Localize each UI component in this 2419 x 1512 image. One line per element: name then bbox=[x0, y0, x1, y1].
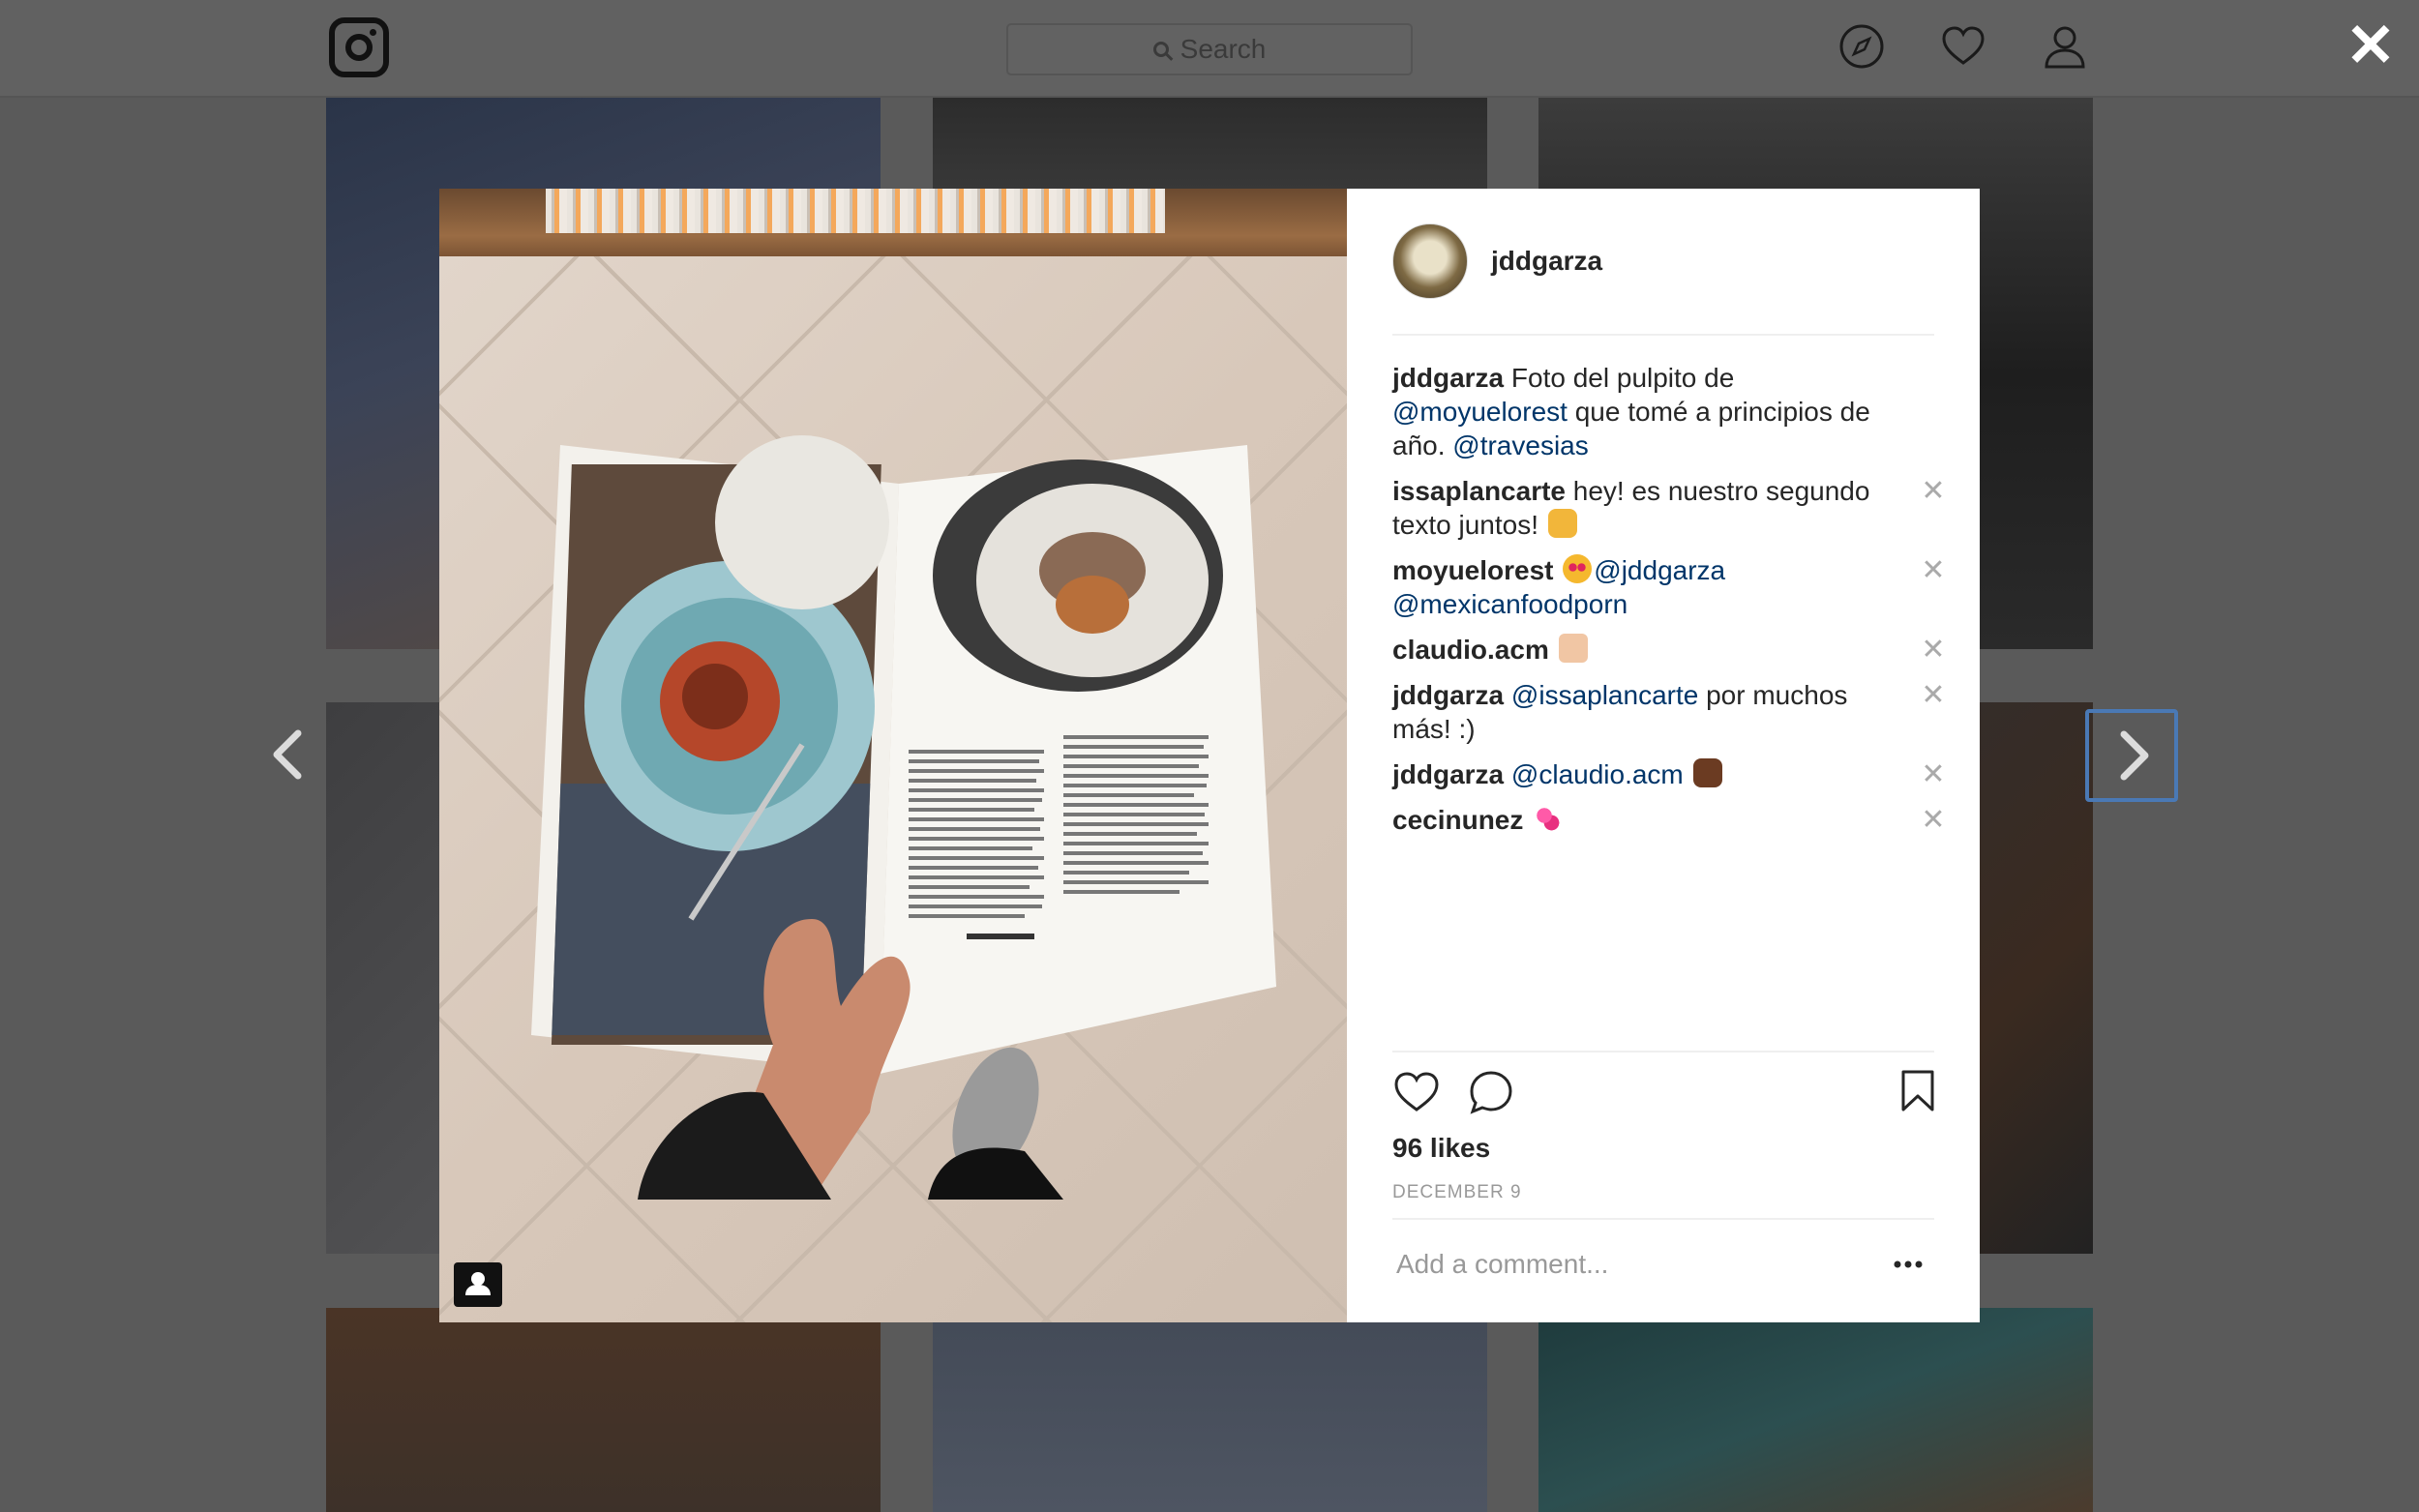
comment-text: Foto del pulpito de bbox=[1510, 363, 1735, 393]
search-box[interactable]: Search bbox=[1006, 23, 1413, 75]
photo-shelf bbox=[439, 189, 1347, 256]
mention-link[interactable]: @claudio.acm bbox=[1511, 759, 1684, 789]
comment-username[interactable]: cecinunez bbox=[1392, 805, 1523, 835]
comment-username[interactable]: claudio.acm bbox=[1392, 635, 1549, 665]
comment-username[interactable]: jddgarza bbox=[1392, 680, 1504, 710]
profile-user-icon[interactable] bbox=[2042, 23, 2088, 70]
activity-heart-icon[interactable] bbox=[1940, 23, 1986, 70]
mention-link[interactable]: @issaplancarte bbox=[1511, 680, 1698, 710]
delete-comment-button[interactable]: ✕ bbox=[1919, 678, 1948, 712]
mention-link[interactable]: @travesias bbox=[1452, 430, 1588, 460]
post-photo[interactable] bbox=[439, 189, 1347, 1322]
top-navigation-bar: Search bbox=[0, 0, 2419, 98]
comment-divider bbox=[1392, 1218, 1934, 1220]
comments-list: jddgarza Foto del pulpito de @moyuelores… bbox=[1392, 336, 1946, 1052]
like-heart-icon[interactable] bbox=[1392, 1069, 1441, 1115]
instagram-logo-icon[interactable] bbox=[329, 17, 389, 77]
search-placeholder: Search bbox=[1180, 34, 1267, 64]
add-comment-input[interactable] bbox=[1392, 1245, 1876, 1284]
post-header: jddgarza bbox=[1392, 189, 1934, 336]
delete-comment-button[interactable]: ✕ bbox=[1919, 553, 1948, 587]
delete-comment-button[interactable]: ✕ bbox=[1919, 633, 1948, 667]
previous-post-arrow-icon[interactable] bbox=[261, 726, 315, 784]
clap-emoji-icon bbox=[1558, 634, 1588, 663]
grid-post-thumbnail[interactable] bbox=[326, 1308, 881, 1512]
likes-count[interactable]: 96 likes bbox=[1392, 1133, 1490, 1164]
two-hearts-emoji-icon bbox=[1533, 804, 1563, 833]
caption: jddgarza Foto del pulpito de @moyuelores… bbox=[1392, 361, 1934, 462]
actions-divider bbox=[1392, 1051, 1934, 1052]
comment-username[interactable]: jddgarza bbox=[1392, 759, 1504, 789]
comment-username[interactable]: moyuelorest bbox=[1392, 555, 1554, 585]
explore-compass-icon[interactable] bbox=[1838, 23, 1885, 70]
post-details-panel: jddgarza jddgarza Foto del pulpito de @m… bbox=[1347, 189, 1980, 1322]
mention-link[interactable]: @jddgarza bbox=[1594, 555, 1725, 585]
author-avatar[interactable] bbox=[1392, 223, 1468, 299]
comment-item: jddgarza @issaplancarte por muchos más! … bbox=[1392, 678, 1946, 746]
post-date[interactable]: DECEMBER 9 bbox=[1392, 1182, 1522, 1203]
grid-post-thumbnail[interactable] bbox=[1538, 1308, 2093, 1512]
comment-item: jddgarza @claudio.acm ✕ bbox=[1392, 757, 1946, 791]
comment-item: issaplancarte hey! es nuestro segundo te… bbox=[1392, 474, 1946, 542]
comment-username[interactable]: issaplancarte bbox=[1392, 476, 1566, 506]
close-modal-button[interactable]: ✕ bbox=[2342, 16, 2400, 76]
tagged-users-button[interactable] bbox=[454, 1262, 502, 1307]
comment-item: claudio.acm ✕ bbox=[1392, 633, 1946, 667]
delete-comment-button[interactable]: ✕ bbox=[1919, 474, 1948, 508]
delete-comment-button[interactable]: ✕ bbox=[1919, 803, 1948, 837]
next-post-arrow-icon bbox=[2120, 730, 2149, 781]
mention-link[interactable]: @moyuelorest bbox=[1392, 397, 1568, 427]
author-username[interactable]: jddgarza bbox=[1491, 246, 1602, 277]
next-post-button[interactable] bbox=[2085, 709, 2178, 802]
comment-username[interactable]: jddgarza bbox=[1392, 363, 1504, 393]
post-modal: jddgarza jddgarza Foto del pulpito de @m… bbox=[439, 189, 1980, 1322]
comment-item: cecinunez ✕ bbox=[1392, 803, 1946, 837]
more-options-icon[interactable] bbox=[1891, 1247, 1926, 1282]
save-bookmark-icon[interactable] bbox=[1899, 1069, 1936, 1113]
punch-emoji-icon bbox=[1547, 509, 1577, 538]
delete-comment-button[interactable]: ✕ bbox=[1919, 757, 1948, 791]
heart-eyes-emoji-icon bbox=[1563, 554, 1593, 583]
grid-post-thumbnail[interactable] bbox=[933, 1308, 1487, 1512]
search-icon bbox=[1152, 42, 1169, 57]
fist-emoji-icon bbox=[1692, 758, 1722, 787]
comment-bubble-icon[interactable] bbox=[1468, 1069, 1514, 1115]
user-tag-icon bbox=[465, 1272, 491, 1295]
post-actions bbox=[1392, 1069, 1934, 1117]
comment-item: moyuelorest @jddgarza @mexicanfoodporn ✕ bbox=[1392, 553, 1946, 621]
mention-link[interactable]: @mexicanfoodporn bbox=[1392, 589, 1628, 619]
magazine-photo-illustration bbox=[531, 435, 1276, 1200]
